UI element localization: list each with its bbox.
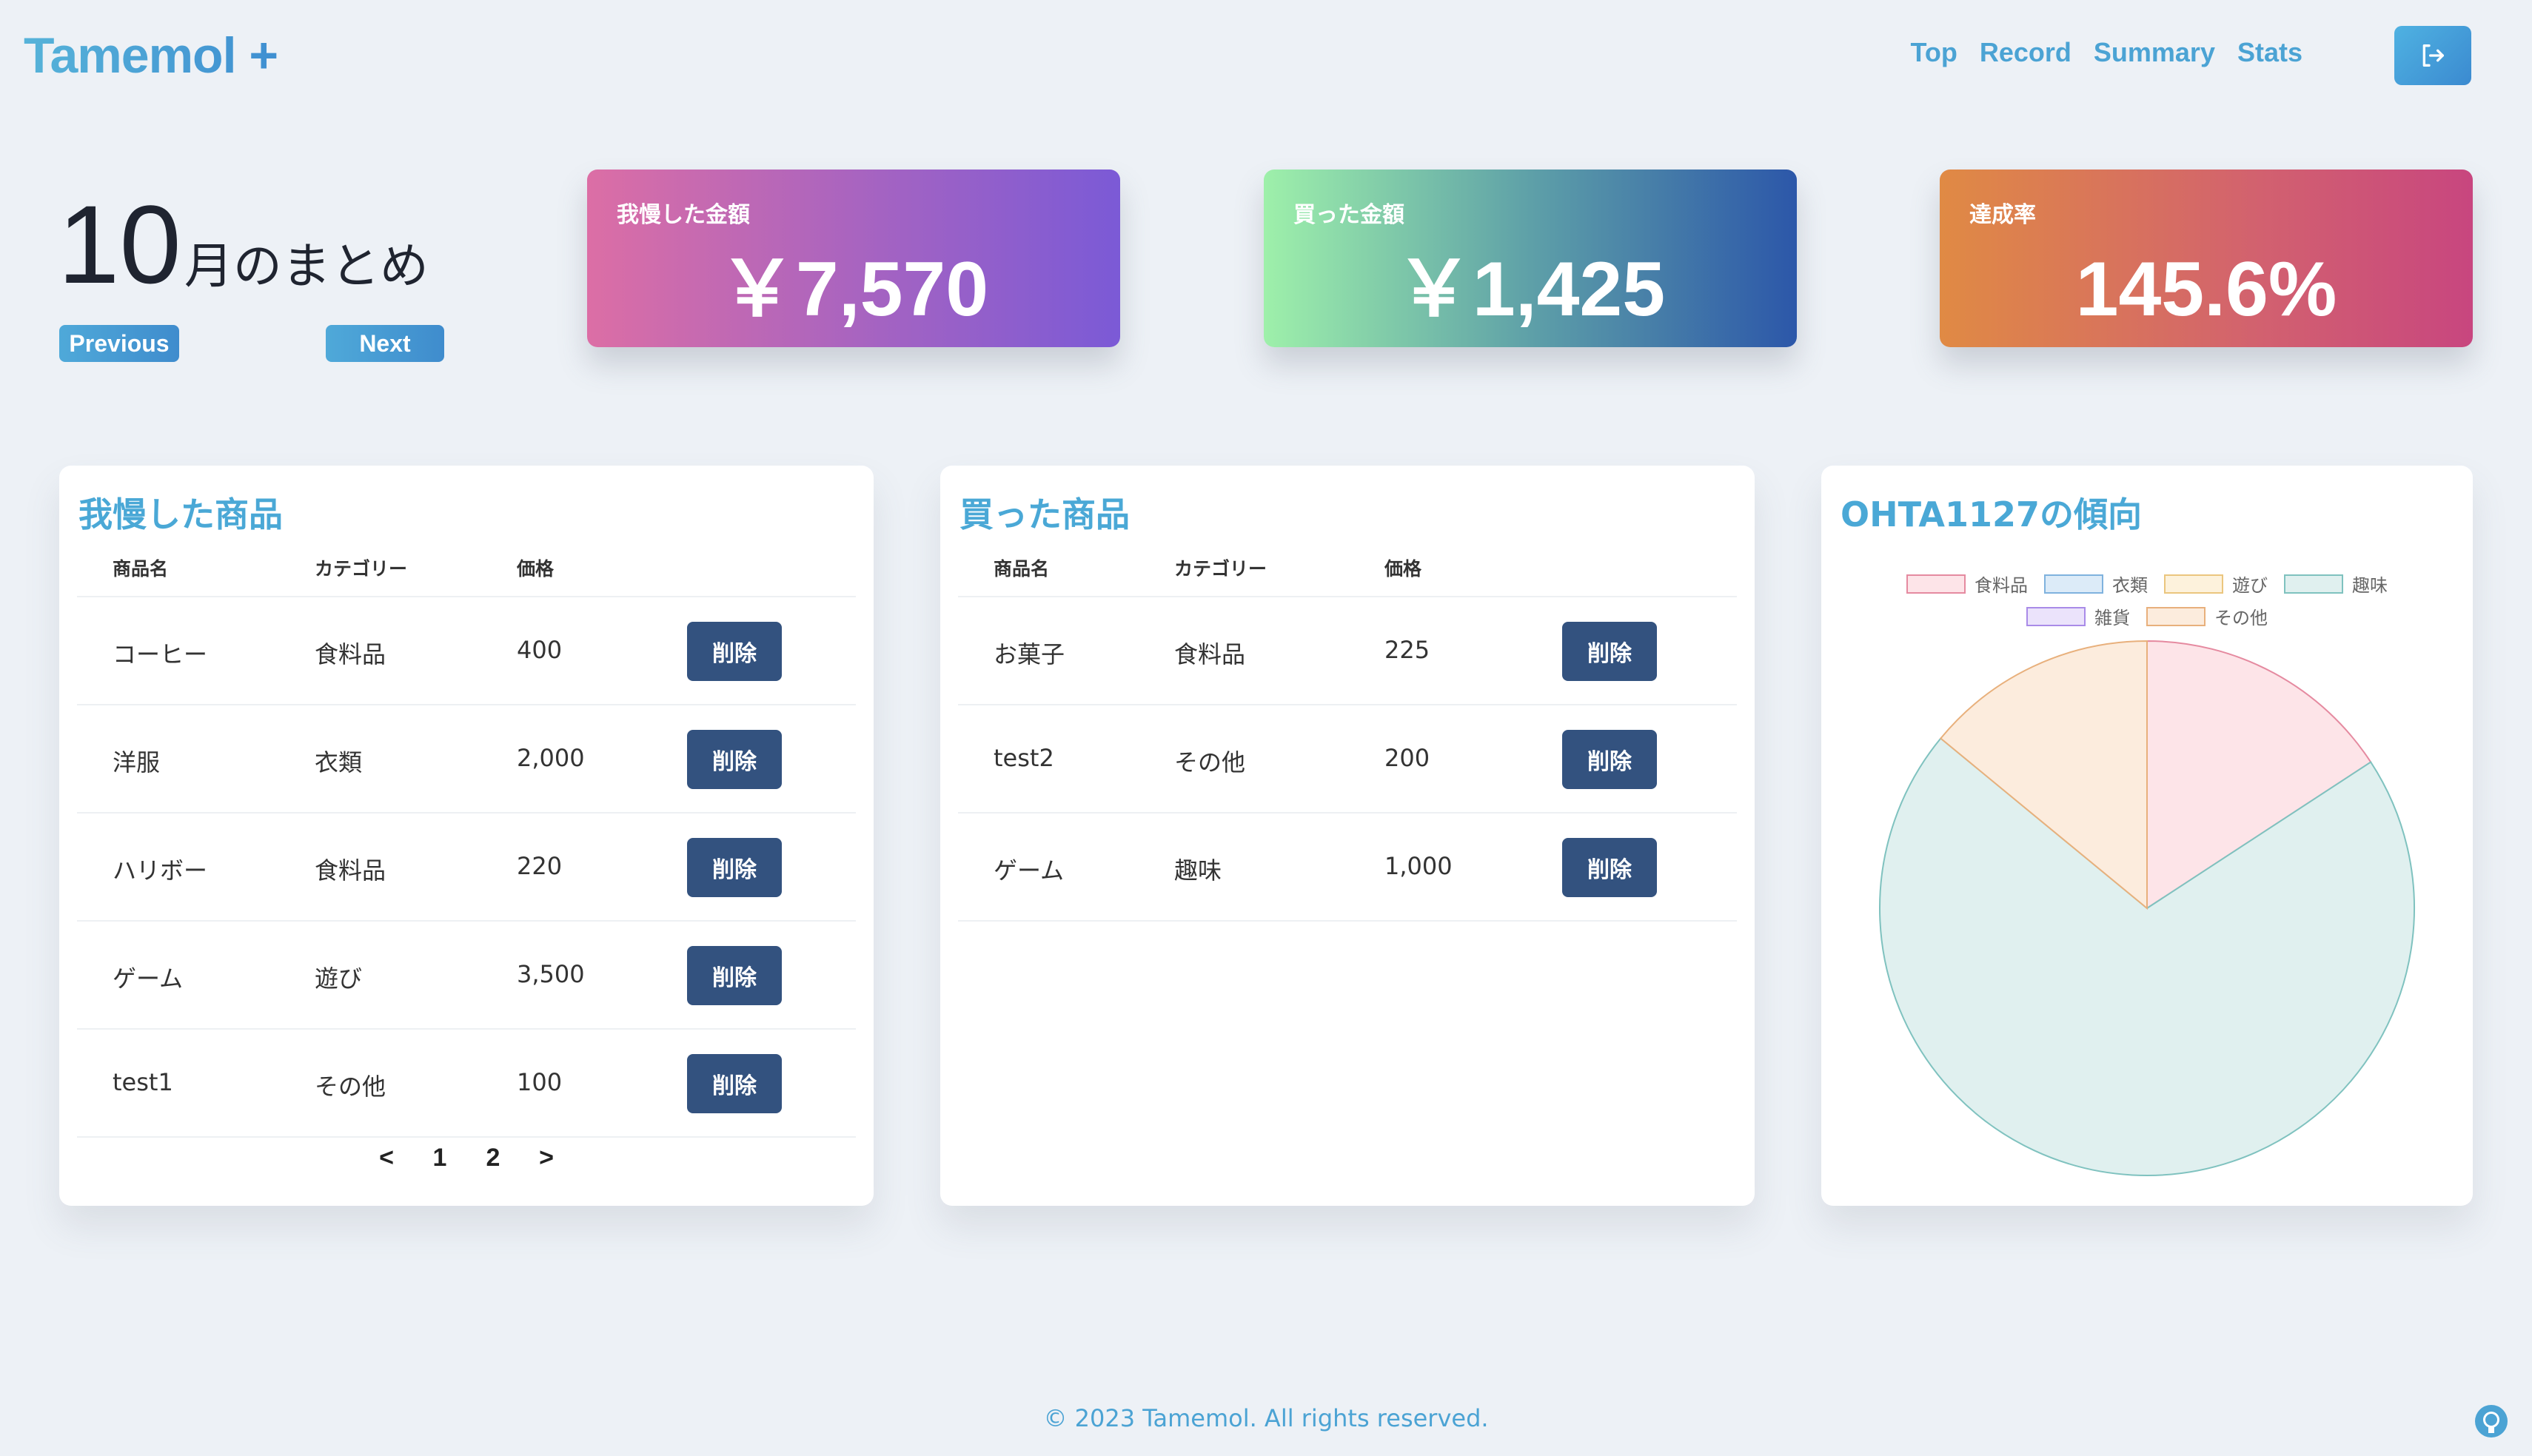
logout-button[interactable]: [2394, 26, 2471, 85]
pagination-next[interactable]: >: [520, 1144, 573, 1172]
delete-button[interactable]: 削除: [687, 622, 782, 681]
item-category: 食料品: [315, 640, 386, 668]
bought-items-panel: 買った商品 商品名 カテゴリー 価格 お菓子 食料品 225 削除 test2 …: [940, 466, 1755, 1206]
bought-amount-card: 買った金額 ￥1,425: [1264, 170, 1797, 347]
previous-month-button[interactable]: Previous: [59, 325, 179, 362]
saved-items-panel: 我慢した商品 商品名 カテゴリー 価格 コーヒー 食料品 400 削除 洋服 衣…: [59, 466, 874, 1206]
item-category: 遊び: [315, 964, 363, 993]
delete-button[interactable]: 削除: [687, 946, 782, 1005]
delete-button[interactable]: 削除: [687, 730, 782, 789]
pagination: < 1 2 >: [360, 1144, 573, 1172]
trend-panel: OHTA1127の傾向 食料品 衣類 遊び 趣味 雑貨 その他: [1821, 466, 2473, 1206]
item-price: 200: [1384, 744, 1430, 772]
item-price: 400: [517, 636, 563, 664]
pagination-prev[interactable]: <: [360, 1144, 413, 1172]
table-row: 洋服 衣類 2,000 削除: [77, 704, 856, 812]
item-category: その他: [1174, 748, 1246, 776]
column-header-name: 商品名: [994, 558, 1050, 580]
delete-button[interactable]: 削除: [1562, 730, 1657, 789]
delete-button[interactable]: 削除: [687, 1054, 782, 1113]
saved-amount-label: 我慢した金額: [617, 202, 750, 228]
item-name: ゲーム: [994, 856, 1065, 885]
achievement-rate-value: 145.6%: [2075, 246, 2337, 332]
nav-top[interactable]: Top: [1911, 37, 1957, 68]
nav-stats[interactable]: Stats: [2237, 37, 2302, 68]
item-category: 趣味: [1174, 856, 1222, 885]
nav-record[interactable]: Record: [1980, 37, 2072, 68]
table-row: ゲーム 遊び 3,500 削除: [77, 920, 856, 1028]
table-row: test1 その他 100 削除: [77, 1028, 856, 1136]
pagination-page-2[interactable]: 2: [466, 1144, 520, 1172]
main-nav: Top Record Summary Stats: [1911, 37, 2302, 68]
month-number: 10: [58, 182, 181, 306]
item-name: test1: [113, 1068, 173, 1096]
item-price: 2,000: [517, 744, 585, 772]
column-header-name: 商品名: [113, 558, 169, 580]
achievement-rate-label: 達成率: [1969, 202, 2036, 228]
table-row: お菓子 食料品 225 削除: [958, 596, 1737, 704]
achievement-rate-card: 達成率 145.6%: [1940, 170, 2473, 347]
item-category: その他: [315, 1073, 386, 1101]
github-link[interactable]: [2475, 1405, 2508, 1437]
table-row: test2 その他 200 削除: [958, 704, 1737, 812]
item-name: コーヒー: [113, 640, 208, 668]
item-price: 220: [517, 852, 563, 880]
bought-items-title: 買った商品: [959, 494, 1130, 534]
item-price: 100: [517, 1068, 563, 1096]
item-category: 食料品: [315, 856, 386, 885]
logout-icon: [2422, 44, 2444, 67]
item-name: test2: [994, 744, 1054, 772]
table-bottom-border: [77, 1136, 856, 1138]
column-header-price: 価格: [1384, 558, 1422, 580]
item-name: お菓子: [994, 640, 1065, 668]
table-bottom-border: [958, 920, 1737, 922]
item-name: ゲーム: [113, 964, 184, 993]
nav-summary[interactable]: Summary: [2094, 37, 2215, 68]
footer-copyright: © 2023 Tamemol. All rights reserved.: [1043, 1404, 1489, 1432]
column-header-category: カテゴリー: [315, 558, 408, 580]
item-name: 洋服: [113, 748, 161, 776]
delete-button[interactable]: 削除: [687, 838, 782, 897]
item-category: 食料品: [1174, 640, 1246, 668]
item-name: ハリボー: [113, 856, 208, 885]
item-category: 衣類: [315, 748, 363, 776]
item-price: 225: [1384, 636, 1430, 664]
saved-items-title: 我慢した商品: [78, 494, 283, 534]
month-title-suffix: 月のまとめ: [184, 238, 429, 295]
pie-chart: [1879, 640, 2415, 1176]
next-month-button[interactable]: Next: [326, 325, 444, 362]
table-row: ゲーム 趣味 1,000 削除: [958, 812, 1737, 920]
delete-button[interactable]: 削除: [1562, 622, 1657, 681]
page-title: 10 月のまとめ: [58, 189, 429, 300]
saved-amount-value: ￥7,570: [718, 246, 989, 332]
column-header-category: カテゴリー: [1174, 558, 1267, 580]
column-header-price: 価格: [517, 558, 555, 580]
bought-amount-value: ￥1,425: [1395, 246, 1666, 332]
table-row: コーヒー 食料品 400 削除: [77, 596, 856, 704]
app-logo[interactable]: Tamemol +: [24, 27, 278, 84]
item-price: 1,000: [1384, 852, 1453, 880]
table-row: ハリボー 食料品 220 削除: [77, 812, 856, 920]
delete-button[interactable]: 削除: [1562, 838, 1657, 897]
pagination-page-1[interactable]: 1: [413, 1144, 466, 1172]
github-icon: [2483, 1412, 2499, 1433]
saved-amount-card: 我慢した金額 ￥7,570: [587, 170, 1120, 347]
item-price: 3,500: [517, 960, 585, 988]
bought-amount-label: 買った金額: [1293, 202, 1404, 228]
